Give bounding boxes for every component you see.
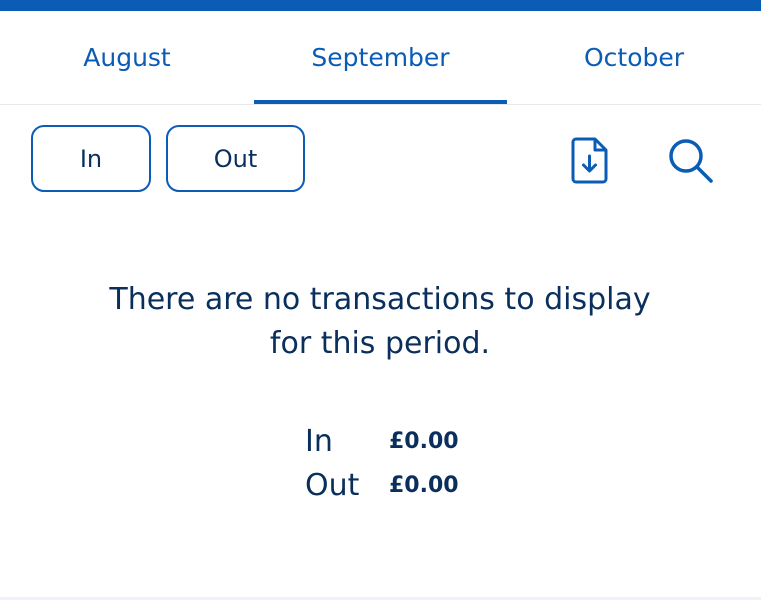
total-out-value: £0.00 [389, 473, 459, 498]
top-app-bar [0, 0, 761, 11]
month-tabs: August September October [0, 11, 761, 105]
tab-october[interactable]: October [507, 11, 761, 104]
empty-state-message: There are no transactions to display for… [80, 278, 680, 366]
selected-tab-indicator [254, 100, 507, 104]
download-statement-icon[interactable] [570, 136, 610, 184]
filter-out-button[interactable]: Out [166, 125, 305, 192]
total-in-row: In £0.00 [0, 420, 761, 464]
search-icon[interactable] [666, 136, 714, 184]
tab-september[interactable]: September [254, 11, 507, 104]
filter-in-button[interactable]: In [31, 125, 151, 192]
empty-state-line-2: for this period. [269, 326, 491, 361]
total-in-value: £0.00 [389, 429, 459, 454]
total-out-label: Out [305, 468, 360, 503]
total-in-label: In [305, 424, 333, 459]
total-out-row: Out £0.00 [0, 464, 761, 508]
tab-august[interactable]: August [0, 11, 254, 104]
empty-state-line-1: There are no transactions to display [109, 282, 651, 317]
